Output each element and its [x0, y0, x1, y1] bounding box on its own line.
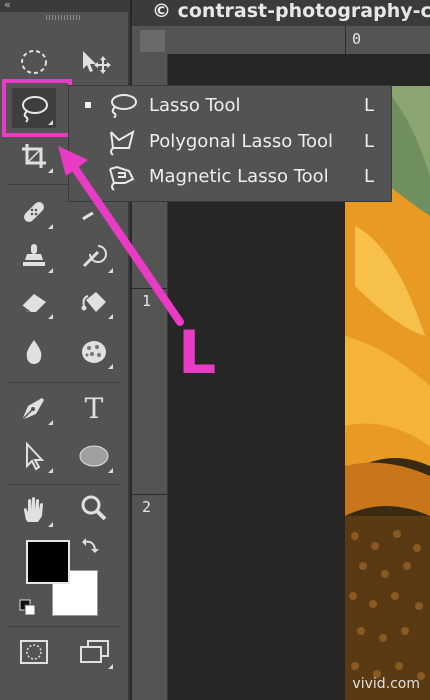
tool-group-corner: [108, 468, 113, 473]
tool-group-corner: [108, 664, 113, 669]
sponge-icon: [82, 341, 106, 363]
tool-group-corner: [48, 522, 53, 527]
flyout-item-label: Polygonal Lasso Tool: [149, 130, 333, 152]
annotation-shortcut-letter: L: [178, 318, 217, 388]
path-selection-tool[interactable]: [12, 436, 56, 476]
flyout-item-shortcut: L: [364, 165, 375, 187]
active-tool-bullet: [85, 102, 91, 108]
crop-tool[interactable]: [12, 136, 56, 176]
horizontal-ruler: [132, 26, 430, 55]
default-colors-icon[interactable]: [18, 598, 38, 618]
pen-icon: [21, 398, 44, 421]
ruler-label-left-1: 1: [142, 292, 152, 310]
type-tool[interactable]: T: [72, 388, 116, 428]
foreground-color-swatch[interactable]: [26, 540, 70, 584]
flyout-item-label: Magnetic Lasso Tool: [149, 165, 329, 187]
hand-tool[interactable]: [12, 490, 56, 530]
watermark: vivid.com: [352, 676, 420, 692]
magnetic-lasso-icon: [109, 165, 135, 191]
pen-tool[interactable]: [12, 388, 56, 428]
paint-bucket-icon: [81, 292, 106, 312]
ellipse-shape-icon: [79, 445, 109, 467]
quick-mask-button[interactable]: [12, 632, 56, 672]
toolbar-divider: [8, 484, 120, 485]
bandage-icon: [24, 202, 44, 222]
dashed-ellipse-icon: [21, 50, 47, 74]
history-brush-tool[interactable]: [72, 236, 116, 276]
panel-header: «: [0, 0, 130, 12]
polygonal-lasso-icon: [110, 129, 135, 156]
quick-mask-icon: [20, 640, 48, 664]
toolbar-divider: [8, 382, 120, 383]
ruler-label-top: 0: [352, 30, 362, 48]
ruler-origin[interactable]: [140, 30, 165, 52]
ruler-tick: [345, 26, 346, 54]
arrow-cursor-icon: [26, 441, 45, 471]
flyout-item-polygonal-lasso[interactable]: Polygonal Lasso Tool L: [69, 124, 391, 158]
flyout-item-lasso[interactable]: Lasso Tool L: [69, 88, 391, 122]
tool-group-corner: [108, 314, 113, 319]
crop-icon: [22, 144, 46, 168]
ruler-tick: [132, 494, 167, 495]
paint-bucket-tool[interactable]: [72, 282, 116, 322]
magnifier-icon: [81, 495, 107, 521]
screen-mode-icon: [80, 640, 109, 663]
flyout-item-magnetic-lasso[interactable]: Magnetic Lasso Tool L: [69, 159, 391, 193]
tool-group-corner: [48, 168, 53, 173]
move-tool[interactable]: [72, 42, 116, 82]
selected-tool-highlight: [2, 79, 72, 137]
marquee-tool[interactable]: [12, 42, 56, 82]
tool-group-corner: [48, 420, 53, 425]
ellipse-tool[interactable]: [72, 436, 116, 476]
document-tab[interactable]: © contrast-photography-cl: [152, 0, 430, 22]
healing-brush-tool[interactable]: [12, 192, 56, 232]
lasso-icon: [111, 94, 137, 118]
sponge-tool[interactable]: [72, 332, 116, 372]
eraser-tool[interactable]: [12, 282, 56, 322]
ruler-tick: [132, 288, 167, 289]
blur-tool[interactable]: [12, 332, 56, 372]
history-brush-icon: [82, 245, 107, 268]
stamp-icon: [23, 244, 45, 266]
clone-stamp-tool[interactable]: [12, 236, 56, 276]
tool-group-corner: [48, 314, 53, 319]
ruler-label-left-2: 2: [142, 498, 152, 516]
document-tab-bar: © contrast-photography-cl: [132, 0, 430, 26]
type-icon: T: [84, 391, 104, 425]
tool-group-corner: [48, 268, 53, 273]
swap-colors-icon[interactable]: [80, 536, 100, 556]
flyout-item-shortcut: L: [364, 94, 375, 116]
flyout-item-label: Lasso Tool: [149, 94, 241, 116]
tool-group-corner: [48, 224, 53, 229]
screen-mode-button[interactable]: [72, 632, 116, 672]
eraser-icon: [21, 294, 46, 313]
hand-icon: [24, 497, 43, 522]
move-arrow-icon: [83, 51, 111, 74]
drop-icon: [26, 340, 42, 364]
panel-grip[interactable]: [46, 15, 82, 20]
flyout-item-shortcut: L: [364, 130, 375, 152]
toolbar-divider: [8, 626, 120, 627]
tool-group-corner: [108, 268, 113, 273]
collapse-panel-icon[interactable]: «: [4, 0, 11, 11]
lasso-tools-flyout: Lasso Tool L Polygonal Lasso Tool L Magn…: [68, 85, 392, 202]
tool-group-corner: [108, 364, 113, 369]
zoom-tool[interactable]: [72, 488, 116, 528]
tool-group-corner: [48, 468, 53, 473]
